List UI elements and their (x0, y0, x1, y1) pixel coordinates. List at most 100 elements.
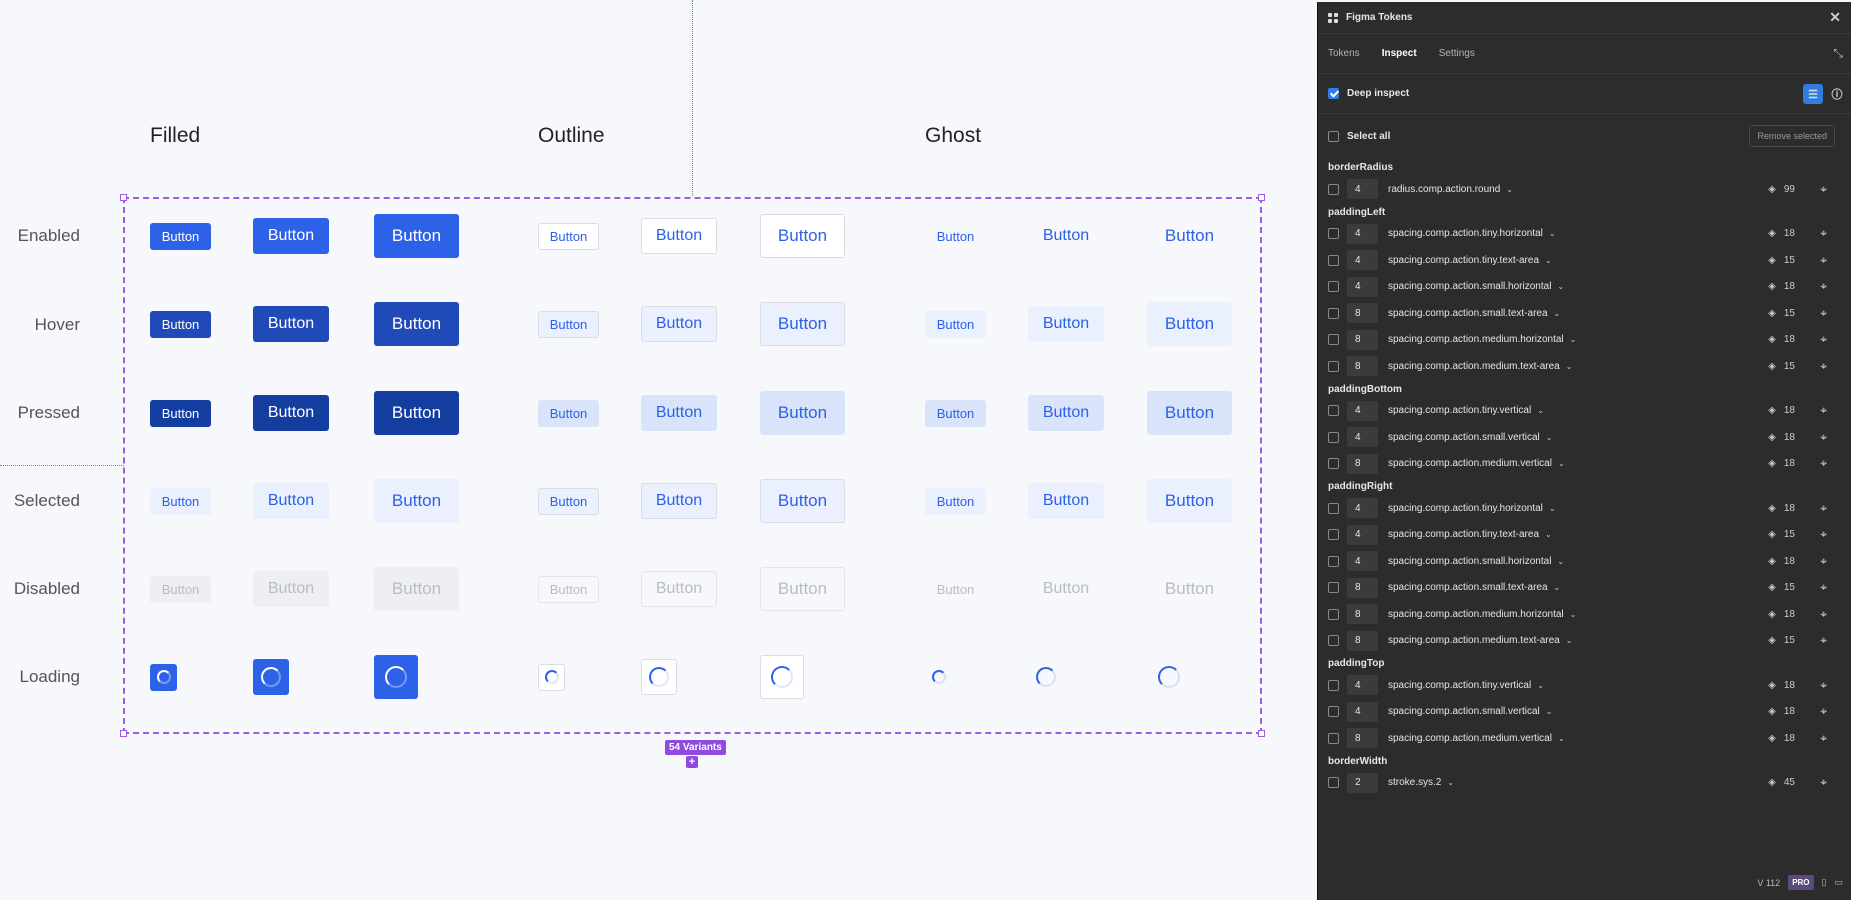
ghost-button-pressed-m[interactable]: Button (1028, 395, 1104, 431)
ghost-button-disabled-s[interactable]: Button (925, 576, 986, 603)
select-layers-icon[interactable]: ⌖ (1820, 678, 1827, 693)
ghost-button-loading-s[interactable] (925, 664, 952, 691)
token-row-checkbox[interactable] (1328, 706, 1339, 718)
add-variant-button[interactable]: + (686, 756, 698, 768)
token-name[interactable]: spacing.comp.action.medium.horizontal (1388, 334, 1564, 345)
select-layers-icon[interactable]: ⌖ (1820, 527, 1827, 542)
chevron-down-icon[interactable]: ⌄ (1558, 734, 1565, 743)
select-layers-icon[interactable]: ⌖ (1820, 359, 1827, 374)
token-row-checkbox[interactable] (1328, 732, 1339, 744)
select-layers-icon[interactable]: ⌖ (1820, 607, 1827, 622)
outline-button-enabled-l[interactable]: Button (760, 214, 845, 258)
resize-handle[interactable] (1258, 730, 1265, 737)
token-name[interactable]: spacing.comp.action.small.vertical (1388, 706, 1540, 717)
token-row-checkbox[interactable] (1328, 307, 1339, 319)
ghost-button-disabled-l[interactable]: Button (1147, 567, 1232, 611)
component-set-frame[interactable] (123, 197, 1262, 734)
token-name[interactable]: spacing.comp.action.tiny.horizontal (1388, 228, 1543, 239)
info-icon[interactable]: ⓘ (1827, 84, 1847, 104)
ghost-button-disabled-m[interactable]: Button (1028, 571, 1104, 607)
ghost-button-hover-l[interactable]: Button (1147, 302, 1232, 346)
filled-button-selected-s[interactable]: Button (150, 487, 211, 515)
deep-inspect-checkbox[interactable] (1328, 88, 1339, 99)
chevron-down-icon[interactable]: ⌄ (1546, 433, 1553, 442)
token-row-checkbox[interactable] (1328, 529, 1339, 541)
chevron-down-icon[interactable]: ⌄ (1554, 309, 1561, 318)
outline-button-hover-l[interactable]: Button (760, 302, 845, 346)
token-name[interactable]: spacing.comp.action.medium.vertical (1388, 733, 1552, 744)
ghost-button-loading-l[interactable] (1147, 655, 1191, 699)
outline-button-pressed-l[interactable]: Button (760, 391, 845, 435)
token-row-checkbox[interactable] (1328, 183, 1339, 195)
token-name[interactable]: spacing.comp.action.medium.horizontal (1388, 609, 1564, 620)
outline-button-selected-l[interactable]: Button (760, 479, 845, 523)
ghost-button-enabled-l[interactable]: Button (1147, 214, 1232, 258)
token-name[interactable]: stroke.sys.2 (1388, 777, 1441, 788)
device-icon[interactable]: ▯ (1822, 877, 1827, 888)
chevron-down-icon[interactable]: ⌄ (1566, 362, 1573, 371)
ghost-button-pressed-s[interactable]: Button (925, 399, 986, 427)
filled-button-loading-s[interactable] (150, 663, 177, 691)
ghost-button-hover-s[interactable]: Button (925, 310, 986, 338)
select-layers-icon[interactable]: ⌖ (1820, 633, 1827, 648)
select-layers-icon[interactable]: ⌖ (1820, 731, 1827, 746)
remove-selected-button[interactable]: Remove selected (1749, 125, 1835, 147)
outline-button-hover-m[interactable]: Button (641, 306, 717, 342)
variants-badge[interactable]: 54 Variants (665, 740, 726, 755)
chevron-down-icon[interactable]: ⌄ (1570, 335, 1577, 344)
chevron-down-icon[interactable]: ⌄ (1557, 282, 1564, 291)
tab-inspect[interactable]: Inspect (1382, 48, 1417, 59)
chevron-down-icon[interactable]: ⌄ (1558, 459, 1565, 468)
select-all-checkbox[interactable] (1328, 130, 1339, 142)
token-name[interactable]: spacing.comp.action.tiny.vertical (1388, 405, 1531, 416)
chevron-down-icon[interactable]: ⌄ (1566, 636, 1573, 645)
select-layers-icon[interactable]: ⌖ (1820, 226, 1827, 241)
ghost-button-loading-m[interactable] (1028, 659, 1064, 695)
outline-button-enabled-m[interactable]: Button (641, 218, 717, 254)
chevron-down-icon[interactable]: ⌄ (1537, 406, 1544, 415)
token-name[interactable]: spacing.comp.action.tiny.text-area (1388, 255, 1539, 266)
tab-tokens[interactable]: Tokens (1328, 48, 1360, 59)
token-name[interactable]: spacing.comp.action.small.horizontal (1388, 556, 1551, 567)
filled-button-hover-s[interactable]: Button (150, 310, 211, 338)
close-icon[interactable]: ✕ (1829, 9, 1841, 26)
ghost-button-hover-m[interactable]: Button (1028, 306, 1104, 342)
outline-button-loading-s[interactable] (538, 663, 565, 691)
token-name[interactable]: spacing.comp.action.small.vertical (1388, 432, 1540, 443)
outline-button-hover-s[interactable]: Button (538, 310, 599, 338)
outline-button-disabled-m[interactable]: Button (641, 571, 717, 607)
token-name[interactable]: spacing.comp.action.medium.text-area (1388, 635, 1560, 646)
ghost-button-selected-s[interactable]: Button (925, 487, 986, 515)
feedback-icon[interactable]: ▭ (1834, 877, 1843, 888)
token-row-checkbox[interactable] (1328, 582, 1339, 594)
resize-handle[interactable] (1258, 194, 1265, 201)
filled-button-disabled-m[interactable]: Button (253, 571, 329, 607)
select-layers-icon[interactable]: ⌖ (1820, 775, 1827, 790)
filled-button-enabled-l[interactable]: Button (374, 214, 459, 258)
token-row-checkbox[interactable] (1328, 431, 1339, 443)
filled-button-selected-l[interactable]: Button (374, 479, 459, 523)
select-layers-icon[interactable]: ⌖ (1820, 456, 1827, 471)
token-name[interactable]: spacing.comp.action.medium.text-area (1388, 361, 1560, 372)
token-name[interactable]: spacing.comp.action.tiny.text-area (1388, 529, 1539, 540)
filled-button-loading-l[interactable] (374, 655, 418, 699)
token-row-checkbox[interactable] (1328, 608, 1339, 620)
ghost-button-selected-l[interactable]: Button (1147, 479, 1232, 523)
select-layers-icon[interactable]: ⌖ (1820, 182, 1827, 197)
select-layers-icon[interactable]: ⌖ (1820, 332, 1827, 347)
ghost-button-pressed-l[interactable]: Button (1147, 391, 1232, 435)
chevron-down-icon[interactable]: ⌄ (1537, 681, 1544, 690)
filled-button-disabled-s[interactable]: Button (150, 575, 211, 603)
select-layers-icon[interactable]: ⌖ (1820, 403, 1827, 418)
chevron-down-icon[interactable]: ⌄ (1545, 256, 1552, 265)
select-layers-icon[interactable]: ⌖ (1820, 501, 1827, 516)
token-row-checkbox[interactable] (1328, 777, 1339, 789)
filled-button-loading-m[interactable] (253, 659, 289, 695)
token-name[interactable]: spacing.comp.action.small.text-area (1388, 308, 1548, 319)
outline-button-disabled-s[interactable]: Button (538, 575, 599, 603)
chevron-down-icon[interactable]: ⌄ (1447, 778, 1454, 787)
filled-button-selected-m[interactable]: Button (253, 483, 329, 519)
chevron-down-icon[interactable]: ⌄ (1545, 530, 1552, 539)
token-name[interactable]: spacing.comp.action.tiny.horizontal (1388, 503, 1543, 514)
token-row-checkbox[interactable] (1328, 635, 1339, 647)
